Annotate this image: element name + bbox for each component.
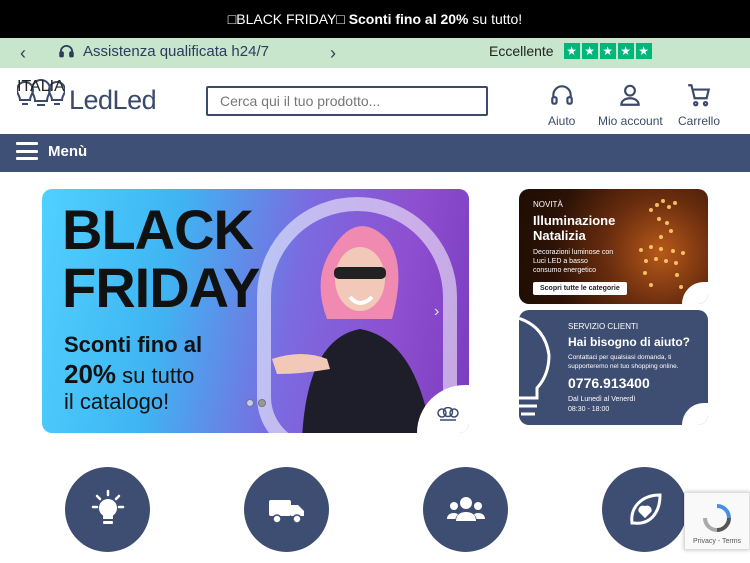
support-bar: ‹ Assistenza qualificata h24/7 › Eccelle… [0,38,750,68]
chevron-left-icon[interactable]: ‹ [12,42,34,64]
hero-line3: il catalogo! [64,389,170,414]
card-title: Illuminazione Natalizia [533,213,616,243]
cart-label: Carrello [678,114,721,128]
card-tag: NOVITÀ [533,200,563,209]
site-header: LedLed ITALIA Aiuto Mio account Carrello [0,68,750,134]
feature-lightbulb[interactable] [65,467,150,552]
lightbulb-icon [91,489,124,524]
promo-prefix: □BLACK FRIDAY□ [227,11,345,27]
hero-line1: Sconti fino al [64,332,203,357]
rating-label: Eccellente [489,43,554,59]
delivery-truck-icon [268,499,304,524]
feature-community[interactable] [423,467,508,552]
hero-banner[interactable]: BLACK FRIDAY Sconti fino al 20% su tutto… [42,189,469,433]
phone-number[interactable]: 0776.913400 [568,375,650,391]
support-message: Assistenza qualificata h24/7 [58,43,269,60]
search-input[interactable] [206,86,488,116]
recaptcha-icon [703,504,731,532]
christmas-lighting-card[interactable]: NOVITÀ Illuminazione Natalizia Decorazio… [519,189,708,304]
chevron-right-icon[interactable]: › [322,42,344,64]
hero-line2: 20% su tutto [64,359,194,390]
slider-next-icon[interactable]: › [434,303,439,321]
promo-announcement-bar: □BLACK FRIDAY□ Sconti fino al 20% su tut… [0,0,750,38]
card-description: Decorazioni luminose con Luci LED a bass… [533,249,614,274]
support-message-text: Assistenza qualificata h24/7 [83,43,269,60]
cart-button[interactable]: Carrello [678,82,720,128]
card-description: Contattaci per qualsiasi domanda, ti sup… [568,354,679,370]
corner-logo-icon [682,403,708,425]
hero-headline-text: BLACK FRIDAY [62,198,260,319]
logo-subtitle: ITALIA [17,78,65,95]
star-icon: ★ [617,43,634,59]
cart-icon [688,84,711,107]
recaptcha-badge[interactable]: Privacy - Terms [684,492,750,550]
user-icon [620,84,641,106]
account-label: Mio account [598,114,663,128]
customer-service-card[interactable]: SERVIZIO CLIENTI Hai bisogno di aiuto? C… [519,310,708,425]
hero-percent: 20% [64,359,117,389]
leaf-heart-icon [629,492,662,525]
service-hours: 08:30 - 18:00 [568,406,610,413]
promo-suffix: su tutto! [472,11,523,27]
trustpilot-rating[interactable]: Eccellente ★ ★ ★ ★ ★ [489,43,652,59]
main-menu-bar: Menù [0,134,750,172]
hero-headline: BLACK FRIDAY [62,201,312,317]
headset-icon [59,45,74,58]
slider-dot-active[interactable] [258,399,266,407]
rating-stars: ★ ★ ★ ★ ★ [563,43,652,59]
feature-eco[interactable] [602,467,687,552]
hamburger-icon [16,142,38,160]
recaptcha-links[interactable]: Privacy - Terms [693,538,741,545]
users-icon [446,496,485,521]
logo-wordmark: LedLed [69,85,157,115]
discover-categories-button[interactable]: Scopri tutte le categorie [533,282,627,295]
card-tag: SERVIZIO CLIENTI [568,322,639,331]
star-icon: ★ [635,43,652,59]
card-title: Hai bisogno di aiuto? [568,335,690,349]
star-icon: ★ [581,43,598,59]
headset-icon [550,85,573,105]
hero-line2-rest: su tutto [122,363,195,388]
help-label: Aiuto [548,114,576,128]
slider-dot[interactable] [246,399,254,407]
menu-label: Menù [48,142,88,160]
help-button[interactable]: Aiuto [548,82,575,128]
feature-delivery[interactable] [244,467,329,552]
promo-bold-text: Sconti fino al 20% [348,11,469,27]
slider-dots [246,399,266,407]
service-days: Dal Lunedì al Venerdì [568,396,636,403]
star-icon: ★ [599,43,616,59]
bulb-outline-icon [519,316,551,416]
account-button[interactable]: Mio account [598,82,663,128]
star-icon: ★ [563,43,580,59]
menu-button[interactable]: Menù [16,142,87,160]
